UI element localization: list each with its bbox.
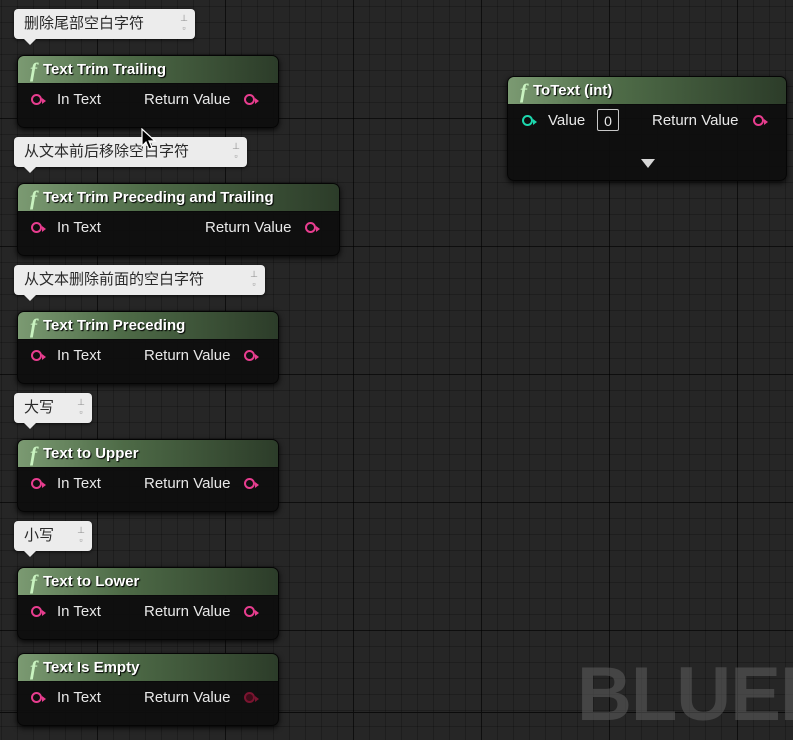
output-pin-label: Return Value — [144, 689, 231, 706]
node-header[interactable]: f Text to Lower — [18, 568, 278, 596]
output-pin[interactable] — [244, 606, 259, 617]
node-header[interactable]: f Text Is Empty — [18, 654, 278, 682]
function-icon: f — [30, 569, 37, 594]
output-pin[interactable] — [244, 478, 259, 489]
input-pin-label: In Text — [57, 219, 101, 236]
function-icon: f — [30, 57, 37, 82]
comment-pin-icon[interactable]: ⊥ ▫ — [75, 525, 87, 545]
function-icon: f — [30, 185, 37, 210]
function-icon: f — [520, 78, 527, 103]
node-title: Text Trim Trailing — [43, 61, 167, 78]
node-title: Text to Lower — [43, 573, 140, 590]
comment-text: 小写 — [24, 527, 55, 544]
comment-pin-icon[interactable]: ⊥ ▫ — [75, 397, 87, 417]
node-header[interactable]: f Text to Upper — [18, 440, 278, 468]
node-title: Text Trim Preceding — [43, 317, 186, 334]
input-pin[interactable] — [31, 94, 46, 105]
output-pin[interactable] — [753, 115, 768, 126]
input-pin[interactable] — [31, 222, 46, 233]
input-pin[interactable] — [31, 606, 46, 617]
blueprint-node[interactable]: f Text Trim Preceding and Trailing In Te… — [17, 183, 340, 256]
comment-bubble[interactable]: 从文本前后移除空白字符 ⊥ ▫ — [14, 137, 247, 173]
output-pin-label: Return Value — [144, 475, 231, 492]
value-input[interactable]: 0 — [597, 109, 619, 131]
output-pin[interactable] — [244, 94, 259, 105]
comment-text: 从文本删除前面的空白字符 — [24, 271, 205, 288]
comment-text: 从文本前后移除空白字符 — [24, 143, 190, 160]
comment-bubble[interactable]: 从文本删除前面的空白字符 ⊥ ▫ — [14, 265, 265, 301]
node-title: Text Is Empty — [43, 659, 140, 676]
output-pin-label: Return Value — [144, 603, 231, 620]
blueprint-node[interactable]: f Text to Upper In Text Return Value — [17, 439, 279, 512]
bool-output-pin[interactable] — [244, 692, 259, 703]
input-pin-label: In Text — [57, 689, 101, 706]
output-pin-label: Return Value — [144, 347, 231, 364]
output-pin[interactable] — [244, 350, 259, 361]
blueprint-node[interactable]: f Text to Lower In Text Return Value — [17, 567, 279, 640]
input-pin-label: In Text — [57, 91, 101, 108]
comment-bubble[interactable]: 小写 ⊥ ▫ — [14, 521, 92, 557]
blueprint-node[interactable]: f Text Is Empty In Text Return Value — [17, 653, 279, 726]
comment-bubble[interactable]: 大写 ⊥ ▫ — [14, 393, 92, 429]
node-header[interactable]: f Text Trim Preceding and Trailing — [18, 184, 339, 212]
int-input-pin[interactable] — [522, 115, 537, 126]
input-pin-label: Value — [548, 112, 586, 129]
output-pin-label: Return Value — [205, 219, 292, 236]
node-title: Text to Upper — [43, 445, 139, 462]
blueprint-node[interactable]: f ToText (int) Value 0 Return Value — [507, 76, 787, 181]
node-header[interactable]: f ToText (int) — [508, 77, 786, 105]
node-header[interactable]: f Text Trim Preceding — [18, 312, 278, 340]
blueprint-node[interactable]: f Text Trim Preceding In Text Return Val… — [17, 311, 279, 384]
mouse-cursor-icon — [141, 128, 157, 150]
function-icon: f — [30, 441, 37, 466]
output-pin-label: Return Value — [144, 91, 231, 108]
function-icon: f — [30, 655, 37, 680]
output-pin-label: Return Value — [652, 112, 739, 129]
input-pin[interactable] — [31, 478, 46, 489]
input-pin[interactable] — [31, 692, 46, 703]
comment-pin-icon[interactable]: ⊥ ▫ — [230, 141, 242, 161]
comment-text: 大写 — [24, 399, 55, 416]
node-header[interactable]: f Text Trim Trailing — [18, 56, 278, 84]
input-pin-label: In Text — [57, 475, 101, 492]
node-title: ToText (int) — [533, 82, 613, 99]
input-pin-label: In Text — [57, 347, 101, 364]
blueprint-watermark: BLUEP — [577, 652, 793, 737]
blueprint-node[interactable]: f Text Trim Trailing In Text Return Valu… — [17, 55, 279, 128]
node-title: Text Trim Preceding and Trailing — [43, 189, 274, 206]
expand-arrow-icon[interactable] — [641, 159, 655, 168]
comment-pin-icon[interactable]: ⊥ ▫ — [178, 13, 190, 33]
input-pin-label: In Text — [57, 603, 101, 620]
comment-bubble[interactable]: 删除尾部空白字符 ⊥ ▫ — [14, 9, 195, 45]
comment-text: 删除尾部空白字符 — [24, 15, 145, 32]
output-pin[interactable] — [305, 222, 320, 233]
comment-pin-icon[interactable]: ⊥ ▫ — [248, 269, 260, 289]
input-pin[interactable] — [31, 350, 46, 361]
function-icon: f — [30, 313, 37, 338]
